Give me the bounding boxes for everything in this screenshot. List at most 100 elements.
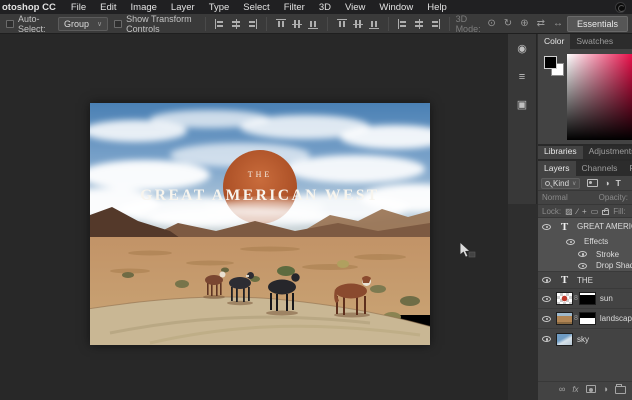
new-adjustment-layer-icon[interactable]: ◑ <box>603 384 608 394</box>
add-layer-mask-icon[interactable] <box>585 385 596 393</box>
menu-filter[interactable]: Filter <box>277 2 312 13</box>
app-title: otoshop CC <box>2 1 56 13</box>
link-layers-icon[interactable]: ∞ <box>559 384 565 394</box>
document-canvas[interactable]: THE GREAT AMERICAN WEST <box>50 103 470 347</box>
secondary-panel-tabs: Libraries Adjustments Styles <box>538 146 632 161</box>
tab-adjustments[interactable]: Adjustments <box>583 146 632 159</box>
move-cursor <box>458 240 478 261</box>
layer-thumbnail[interactable] <box>556 312 573 325</box>
tab-libraries[interactable]: Libraries <box>538 146 583 159</box>
align-top-icon[interactable] <box>275 18 286 29</box>
type-layer-icon: T <box>560 220 569 233</box>
distribute-top-icon[interactable] <box>336 18 347 29</box>
color-picker-field[interactable] <box>567 54 632 140</box>
layer-effect-stroke-row[interactable]: Stroke <box>538 248 632 260</box>
show-transform-label: Show Transform Controls <box>126 13 192 34</box>
visibility-eye-icon[interactable] <box>542 223 551 230</box>
menu-select[interactable]: Select <box>236 2 276 13</box>
3d-orbit-icon[interactable]: ⊙ <box>487 18 495 29</box>
3d-scale-icon[interactable]: ↔ <box>553 18 563 29</box>
lock-artboard-icon[interactable]: ▭ <box>591 207 599 216</box>
menu-type[interactable]: Type <box>202 2 237 13</box>
divider <box>265 16 267 31</box>
filter-pixel-layers-icon[interactable] <box>587 179 599 187</box>
layer-effect-dropshadow-row[interactable]: Drop Shadow <box>538 260 632 272</box>
lock-pixels-icon[interactable]: ∕ <box>577 207 578 216</box>
show-transform-checkbox[interactable] <box>114 19 123 28</box>
menu-help[interactable]: Help <box>420 2 454 13</box>
panel-dock: ◉ ≡ ▣ Color Swatches Libraries Adjustmen… <box>508 34 632 400</box>
visibility-eye-icon[interactable] <box>542 295 551 302</box>
menu-window[interactable]: Window <box>372 2 420 13</box>
auto-select-target-dropdown[interactable]: Group ∨ <box>57 16 109 31</box>
distribute-horizontal-center-icon[interactable] <box>414 18 424 29</box>
align-right-icon[interactable] <box>247 18 257 29</box>
tab-swatches[interactable]: Swatches <box>570 34 619 49</box>
3d-pan-icon[interactable]: ⊕ <box>520 18 528 29</box>
align-vertical-center-icon[interactable] <box>291 19 302 29</box>
layer-style-fx-icon[interactable]: fx <box>572 385 578 394</box>
canvas-title-small: THE <box>248 170 273 179</box>
opacity-label[interactable]: Opacity: <box>599 193 628 202</box>
distribute-vertical-center-icon[interactable] <box>352 19 363 29</box>
layer-mask-thumbnail[interactable] <box>578 312 596 325</box>
menu-bar: otoshop CC File Edit Image Layer Type Se… <box>0 0 632 14</box>
menu-edit[interactable]: Edit <box>93 2 123 13</box>
menu-file[interactable]: File <box>64 2 93 13</box>
tab-channels[interactable]: Channels <box>576 161 624 176</box>
color-panel-tabs: Color Swatches <box>538 34 632 49</box>
divider <box>387 16 389 31</box>
blend-mode-dropdown[interactable]: Normal <box>542 193 568 202</box>
workspace-switcher-button[interactable]: Essentials <box>566 15 628 32</box>
visibility-eye-icon[interactable] <box>566 238 575 245</box>
new-group-icon[interactable] <box>615 384 626 394</box>
layer-row-great-american[interactable]: T GREAT AMERICAN <box>538 218 632 235</box>
visibility-eye-icon[interactable] <box>542 336 551 342</box>
filter-adjustment-layers-icon[interactable]: ◑ <box>604 178 609 188</box>
align-bottom-icon[interactable] <box>307 19 318 29</box>
layer-row-sky[interactable]: sky <box>538 329 632 349</box>
menu-layer[interactable]: Layer <box>164 2 202 13</box>
layer-row-sun[interactable]: 8 sun <box>538 289 632 309</box>
visibility-eye-icon[interactable] <box>578 251 587 257</box>
visibility-eye-icon[interactable] <box>542 315 551 322</box>
divider <box>326 16 328 31</box>
layer-effects-row[interactable]: Effects <box>538 235 632 248</box>
panel-history-icon[interactable]: ◉ <box>517 44 527 55</box>
align-horizontal-center-icon[interactable] <box>231 18 241 29</box>
auto-select-checkbox[interactable] <box>6 19 14 28</box>
visibility-eye-icon[interactable] <box>578 262 587 269</box>
3d-roll-icon[interactable]: ↻ <box>504 18 512 29</box>
panel-info-icon[interactable]: ▣ <box>517 100 527 111</box>
layer-mask-thumbnail[interactable] <box>578 292 596 305</box>
menu-3d[interactable]: 3D <box>312 2 338 13</box>
filter-type-layers-icon[interactable]: T <box>616 178 621 188</box>
mask-link-icon: 8 <box>574 295 578 302</box>
layer-thumbnail[interactable] <box>556 332 573 346</box>
3d-slide-icon[interactable]: ⇄ <box>537 18 545 29</box>
tab-layers[interactable]: Layers <box>538 161 576 176</box>
distribute-bottom-icon[interactable] <box>368 19 379 29</box>
distribute-right-icon[interactable] <box>430 18 440 29</box>
foreground-color-swatch[interactable] <box>544 56 557 69</box>
divider <box>204 16 206 31</box>
layer-row-landscape[interactable]: 8 landscape <box>538 309 632 329</box>
menu-view[interactable]: View <box>338 2 372 13</box>
layer-row-the[interactable]: T THE <box>538 272 632 289</box>
tab-color[interactable]: Color <box>538 34 571 49</box>
menu-image[interactable]: Image <box>124 2 164 13</box>
visibility-eye-icon[interactable] <box>542 277 551 283</box>
distribute-left-icon[interactable] <box>397 18 408 29</box>
color-panel-body <box>538 49 632 146</box>
align-left-icon[interactable] <box>214 18 225 29</box>
lock-transparency-icon[interactable]: ▨ <box>565 207 573 216</box>
lock-position-icon[interactable]: + <box>582 207 587 216</box>
layer-filter-kind-dropdown[interactable]: Kind ∨ <box>541 177 581 189</box>
tab-paths[interactable]: Paths <box>623 161 632 176</box>
layers-bottom-toolbar: ∞ fx ◑ <box>538 381 632 396</box>
panel-properties-icon[interactable]: ≡ <box>519 72 525 83</box>
lock-all-icon[interactable] <box>602 207 610 215</box>
layer-thumbnail[interactable] <box>556 292 573 305</box>
fill-label: Fill: <box>613 206 626 216</box>
lock-row: Lock: ▨ ∕ + ▭ Fill: <box>538 205 632 218</box>
